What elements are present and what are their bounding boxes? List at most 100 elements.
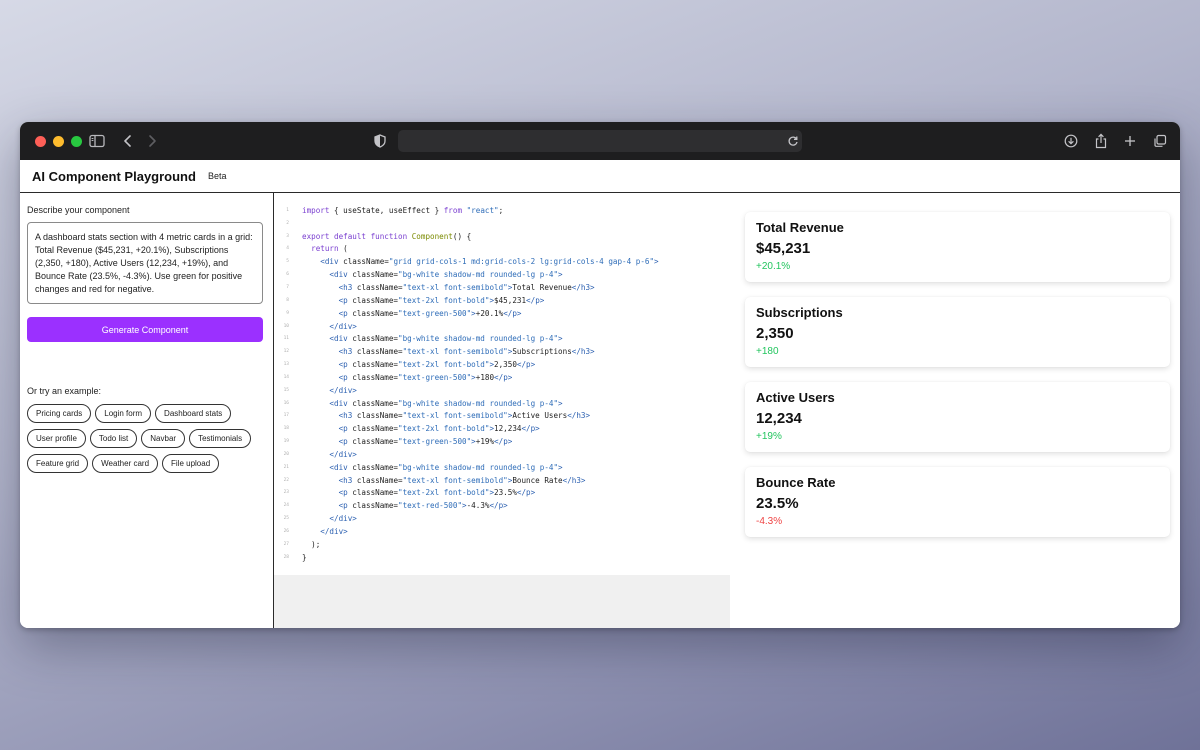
code-token: <p	[302, 437, 348, 447]
line-number: 21	[283, 464, 289, 470]
code-line: 28}	[274, 551, 730, 564]
code-token: export default function	[302, 231, 408, 241]
example-chip-weather-card[interactable]: Weather card	[92, 454, 159, 473]
code-token: <div	[302, 462, 348, 472]
code-token: </div>	[302, 514, 357, 524]
code-token: 12,234	[494, 424, 522, 434]
metric-card: Subscriptions 2,350 +180	[745, 297, 1170, 367]
app-title: AI Component Playground	[32, 168, 196, 184]
metric-change: +180	[756, 346, 779, 357]
reload-icon[interactable]	[783, 131, 803, 151]
main-area: Describe your component A dashboard stat…	[20, 193, 1180, 628]
code-token: className=	[347, 270, 399, 280]
code-token: import	[302, 205, 330, 215]
code-token: <p	[302, 360, 348, 370]
example-chip-login-form[interactable]: Login form	[95, 404, 152, 423]
line-number: 15	[283, 387, 289, 393]
download-icon[interactable]	[1061, 131, 1081, 151]
line-number: 13	[283, 362, 289, 368]
example-chip-file-upload[interactable]: File upload	[162, 454, 220, 473]
line-number: 8	[286, 297, 289, 303]
code-token: () {	[452, 231, 472, 241]
line-number: 1	[286, 207, 289, 213]
prompt-textarea[interactable]: A dashboard stats section with 4 metric …	[27, 222, 263, 304]
code-token: { useState, useEffect }	[329, 205, 444, 215]
shield-icon[interactable]	[370, 131, 390, 151]
code-token: className=	[347, 372, 399, 382]
code-token: </p>	[516, 360, 536, 370]
code-token: 23.5%	[494, 488, 517, 498]
code-editor[interactable]: 1 import { useState, useEffect } from "re…	[274, 193, 730, 575]
generate-component-button[interactable]: Generate Component	[27, 317, 263, 342]
line-number: 20	[283, 451, 289, 457]
code-line: 4 return (	[274, 243, 730, 256]
share-icon[interactable]	[1091, 131, 1111, 151]
code-line: 23 <p className= "text-2xl font-bold" >23.…	[274, 487, 730, 500]
line-number: 24	[283, 503, 289, 509]
code-token: Subscriptions	[512, 347, 572, 357]
example-chip-navbar[interactable]: Navbar	[141, 429, 186, 448]
example-chip-dashboard-stats[interactable]: Dashboard stats	[155, 404, 232, 423]
metric-card: Bounce Rate 23.5% -4.3%	[745, 467, 1170, 537]
code-token: +180	[475, 372, 495, 382]
chevron-left-icon[interactable]	[118, 131, 138, 151]
code-line: 11 <div className= "bg-white shadow-md ro…	[274, 332, 730, 345]
code-token: +20.1%	[475, 308, 504, 318]
metric-title: Active Users	[756, 390, 835, 405]
code-line: 26 </div>	[274, 525, 730, 538]
code-token: "bg-white shadow-md rounded-lg p-4"	[398, 398, 559, 408]
tabs-overview-icon[interactable]	[1150, 131, 1170, 151]
code-token: "text-green-500"	[398, 437, 472, 447]
minimize-window-button[interactable]	[53, 136, 64, 147]
code-token: className=	[347, 334, 399, 344]
code-line: 21 <div className= "bg-white shadow-md ro…	[274, 461, 730, 474]
code-line: 8 <p className= "text-2xl font-bold" > $45,…	[274, 294, 730, 307]
code-token: <div	[302, 398, 348, 408]
address-bar[interactable]	[398, 130, 802, 152]
code-token: Total Revenue	[512, 282, 572, 292]
code-line: 1 import { useState, useEffect } from "re…	[274, 204, 730, 217]
code-token: <p	[302, 488, 348, 498]
line-number: 26	[283, 529, 289, 535]
line-number: 28	[283, 554, 289, 560]
example-chip-testimonials[interactable]: Testimonials	[189, 429, 252, 448]
sidebar-icon[interactable]	[87, 131, 107, 151]
preview-panel: Total Revenue $45,231 +20.1% Subscriptions 2…	[730, 193, 1180, 628]
code-token: 2,350	[494, 360, 517, 370]
plus-icon[interactable]	[1120, 131, 1140, 151]
code-line: 10 </div>	[274, 320, 730, 333]
line-number: 16	[283, 400, 289, 406]
code-token: >	[654, 257, 659, 267]
code-token: className=	[347, 360, 399, 370]
line-number: 4	[286, 246, 289, 252]
code-line: 3 export default function Component() {	[274, 230, 730, 243]
example-chip-feature-grid[interactable]: Feature grid	[27, 454, 89, 473]
examples-label: Or try an example:	[27, 386, 102, 396]
code-panel: 1 import { useState, useEffect } from "re…	[274, 193, 730, 628]
code-token: className=	[347, 295, 399, 305]
line-number: 22	[283, 477, 289, 483]
code-token: +19%	[475, 437, 495, 447]
zoom-window-button[interactable]	[71, 136, 82, 147]
metric-title: Bounce Rate	[756, 475, 836, 490]
code-token: Active Users	[512, 411, 568, 421]
browser-toolbar	[20, 122, 1180, 160]
code-token: (	[338, 244, 348, 254]
code-line: 17 <h3 className= "text-xl font-semibold"…	[274, 410, 730, 423]
example-chip-user-profile[interactable]: User profile	[27, 429, 86, 448]
code-token: }	[302, 552, 307, 562]
chevron-right-icon[interactable]	[142, 131, 162, 151]
code-token: <h3	[302, 475, 353, 485]
code-token: from	[443, 205, 463, 215]
close-window-button[interactable]	[35, 136, 46, 147]
code-line: 20 </div>	[274, 448, 730, 461]
code-token: </p>	[516, 488, 536, 498]
code-line: 13 <p className= "text-2xl font-bold" >2,3…	[274, 358, 730, 371]
metric-change: -4.3%	[756, 516, 783, 527]
code-token: <p	[302, 295, 348, 305]
code-token: "text-xl font-semibold"	[402, 282, 508, 292]
example-chip-todo-list[interactable]: Todo list	[89, 429, 138, 448]
example-chip-pricing-cards[interactable]: Pricing cards	[27, 404, 92, 423]
code-line: 18 <p className= "text-2xl font-bold" >12,…	[274, 422, 730, 435]
code-token: className=	[352, 282, 403, 292]
